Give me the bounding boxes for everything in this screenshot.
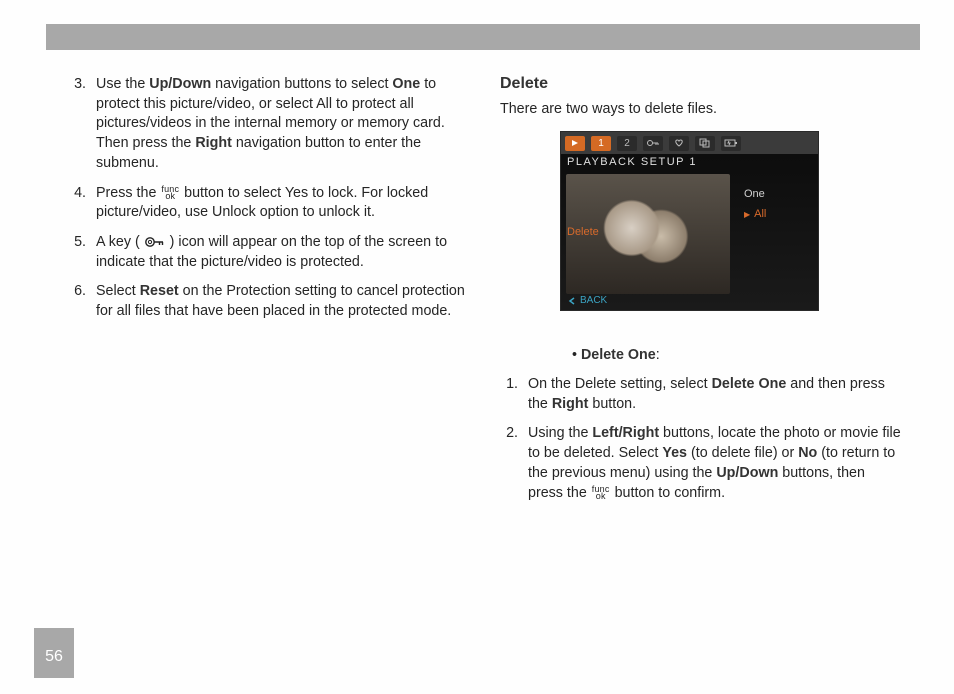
step-body: Press the funcok button to select Yes to…: [96, 184, 470, 223]
back-arrow-icon: [567, 296, 577, 306]
camera-menu-delete: Delete: [567, 226, 599, 238]
step-body: Using the Left/Right buttons, locate the…: [528, 424, 902, 503]
camera-options: One All: [744, 184, 808, 224]
delete-steps: 1. On the Delete setting, select Delete …: [500, 375, 902, 503]
tab-1: 1: [591, 136, 611, 151]
delete-step-1: 1. On the Delete setting, select Delete …: [500, 375, 902, 414]
camera-screenshot: 1 2 PLAYBACK SETUP 1 Delete One All BACK: [560, 131, 819, 311]
tab-2: 2: [617, 136, 637, 151]
page-number-tab: 56: [34, 628, 74, 678]
list-number: 3.: [68, 75, 86, 174]
step-body: Use the Up/Down navigation buttons to se…: [96, 75, 470, 174]
step-5: 5. A key ( ) icon will appear on the top…: [68, 233, 470, 272]
list-number: 5.: [68, 233, 86, 272]
right-column: Delete There are two ways to delete file…: [500, 75, 902, 513]
camera-back: BACK: [567, 295, 607, 306]
camera-option-all: All: [744, 204, 808, 224]
delete-step-2: 2. Using the Left/Right buttons, locate …: [500, 424, 902, 503]
step-body: On the Delete setting, select Delete One…: [528, 375, 902, 414]
list-number: 2.: [500, 424, 518, 503]
camera-screen-title: PLAYBACK SETUP 1: [567, 156, 697, 168]
list-number: 1.: [500, 375, 518, 414]
tab-battery-icon: [721, 136, 741, 151]
camera-option-one: One: [744, 184, 808, 204]
key-lock-icon: [144, 235, 166, 249]
bullet-delete-one: • Delete One:: [572, 347, 902, 363]
tab-heart-icon: [669, 136, 689, 151]
func-ok-icon: funcok: [591, 486, 611, 500]
step-body: Select Reset on the Protection setting t…: [96, 282, 470, 321]
tab-playback-icon: [565, 136, 585, 151]
list-number: 4.: [68, 184, 86, 223]
step-3: 3. Use the Up/Down navigation buttons to…: [68, 75, 470, 174]
protection-steps: 3. Use the Up/Down navigation buttons to…: [68, 75, 470, 322]
step-4: 4. Press the funcok button to select Yes…: [68, 184, 470, 223]
section-heading-delete: Delete: [500, 75, 902, 93]
tab-key-icon: [643, 136, 663, 151]
step-6: 6. Select Reset on the Protection settin…: [68, 282, 470, 321]
func-ok-icon: funcok: [160, 186, 180, 200]
camera-tabbar: 1 2: [561, 132, 818, 154]
step-body: A key ( ) icon will appear on the top of…: [96, 233, 470, 272]
page-number: 56: [45, 648, 63, 666]
tab-gallery-icon: [695, 136, 715, 151]
section-intro: There are two ways to delete files.: [500, 101, 902, 117]
header-bar: [46, 24, 920, 50]
list-number: 6.: [68, 282, 86, 321]
left-column: 3. Use the Up/Down navigation buttons to…: [68, 75, 470, 332]
